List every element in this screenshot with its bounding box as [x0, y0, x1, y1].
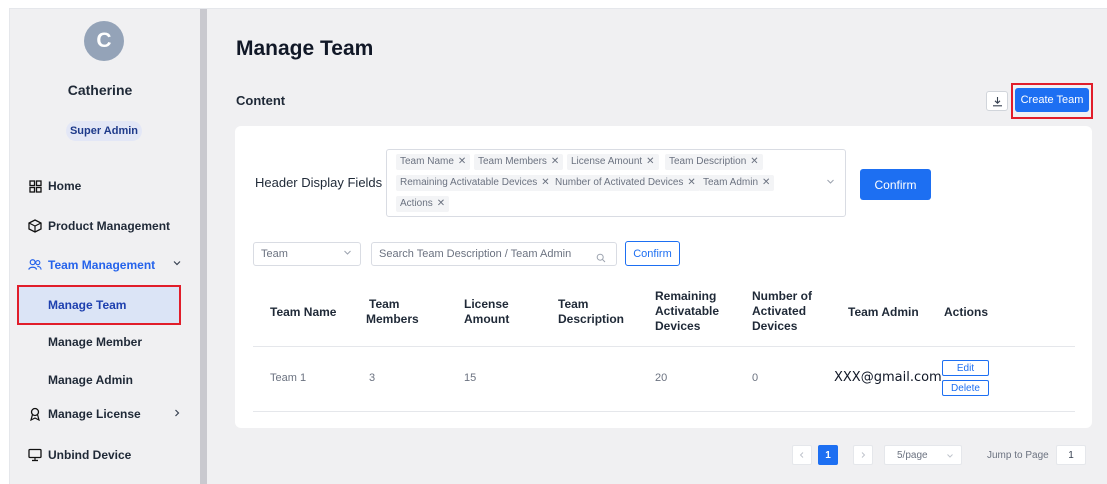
user-name: Catherine	[67, 82, 133, 98]
prev-page-button[interactable]	[792, 445, 812, 465]
close-icon[interactable]: ✕	[551, 156, 559, 167]
cell-team-name: Team 1	[270, 372, 307, 384]
download-button[interactable]	[986, 91, 1008, 111]
cell-team-admin: XXX@gmail.com	[834, 370, 942, 385]
next-page-button[interactable]	[853, 445, 873, 465]
role-badge: Super Admin	[66, 121, 142, 141]
section-label: Content	[236, 93, 286, 108]
table-divider	[253, 346, 1075, 347]
download-icon	[992, 96, 1002, 106]
nav-item-product-management[interactable]: Product Management	[28, 217, 170, 235]
close-icon[interactable]: ✕	[541, 177, 549, 188]
nav-item-team-management[interactable]: Team Management	[28, 256, 155, 274]
field-tag[interactable]: Team Description ✕	[665, 154, 763, 170]
jump-to-page-input[interactable]: 1	[1056, 445, 1086, 465]
close-icon[interactable]: ✕	[437, 198, 445, 209]
delete-button[interactable]: Delete	[942, 380, 989, 396]
field-tag[interactable]: Remaining Activatable Devices ✕	[396, 175, 554, 191]
avatar[interactable]: C	[84, 21, 124, 61]
confirm-fields-button[interactable]: Confirm	[860, 169, 931, 200]
field-tag[interactable]: Actions ✕	[396, 196, 450, 212]
nav-item-home[interactable]: Home	[28, 177, 81, 195]
nav-label-manage-license: Manage License	[48, 407, 141, 421]
sidebar-item-manage-team[interactable]: Manage Team	[48, 297, 126, 313]
cell-license-amount: 15	[464, 372, 477, 384]
search-input[interactable]: Search Team Description / Team Admin	[371, 242, 617, 266]
column-header-team-name: Team Name	[270, 305, 337, 319]
sidebar-item-manage-member[interactable]: Manage Member	[48, 334, 142, 350]
search-icon[interactable]	[596, 249, 606, 271]
nav-item-manage-license[interactable]: Manage License	[28, 405, 141, 423]
sidebar-item-manage-admin[interactable]: Manage Admin	[48, 372, 133, 388]
grid-icon	[28, 179, 42, 193]
close-icon[interactable]: ✕	[687, 177, 695, 188]
close-icon[interactable]: ✕	[750, 156, 758, 167]
column-header-actions: Actions	[944, 305, 989, 319]
column-header-activated-devices: Number of Activated Devices	[752, 289, 812, 333]
column-header-remaining-devices: Remaining Activatable Devices	[655, 289, 720, 333]
confirm-search-button[interactable]: Confirm	[625, 241, 680, 266]
chevron-right-icon	[861, 452, 866, 458]
users-icon	[28, 258, 42, 272]
create-team-button[interactable]: Create Team	[1015, 88, 1089, 112]
filter-select-value: Team	[261, 248, 288, 260]
page-title: Manage Team	[236, 37, 374, 60]
page-size-value: 5/page	[897, 449, 928, 461]
box-icon	[28, 219, 42, 233]
header-fields-label: Header Display Fields	[255, 175, 383, 190]
nav-label-home: Home	[48, 179, 82, 193]
nav-label-team-management: Team Management	[48, 258, 156, 272]
nav-item-unbind-device[interactable]: Unbind Device	[28, 446, 131, 464]
search-placeholder: Search Team Description / Team Admin	[379, 248, 572, 260]
column-header-team-members: Team Members	[366, 297, 419, 326]
field-tag[interactable]: Team Admin ✕	[699, 175, 775, 191]
field-tag[interactable]: Team Name ✕	[396, 154, 471, 170]
sidebar-divider	[200, 9, 207, 484]
close-icon[interactable]: ✕	[646, 156, 654, 167]
close-icon[interactable]: ✕	[762, 177, 770, 188]
column-header-team-admin: Team Admin	[848, 305, 919, 319]
edit-button[interactable]: Edit	[942, 360, 989, 376]
chevron-down-icon	[343, 243, 352, 265]
cell-activated-devices: 0	[752, 372, 759, 384]
chevron-right-icon[interactable]	[172, 408, 182, 421]
column-header-license-amount: License Amount	[464, 297, 510, 326]
license-icon	[28, 407, 42, 421]
nav-label-unbind-device: Unbind Device	[48, 448, 132, 462]
table-divider	[253, 411, 1075, 412]
chevron-down-icon[interactable]	[172, 258, 182, 271]
page-size-select[interactable]: 5/page	[884, 445, 962, 465]
cell-remaining-devices: 20	[655, 372, 668, 384]
chevron-down-icon[interactable]	[826, 177, 835, 189]
cell-team-members: 3	[369, 372, 376, 384]
field-tag[interactable]: License Amount ✕	[567, 154, 659, 170]
chevron-left-icon	[799, 452, 804, 458]
chevron-down-icon	[947, 454, 953, 458]
jump-to-page-label: Jump to Page	[987, 450, 1049, 461]
nav-label-product-management: Product Management	[48, 219, 171, 233]
monitor-icon	[28, 448, 42, 462]
close-icon[interactable]: ✕	[458, 156, 466, 167]
field-tag[interactable]: Team Members ✕	[474, 154, 564, 170]
column-header-team-description: Team Description	[558, 297, 625, 326]
page-number[interactable]: 1	[818, 445, 838, 465]
field-tag[interactable]: Number of Activated Devices ✕	[551, 175, 700, 191]
filter-select[interactable]: Team	[253, 242, 361, 266]
